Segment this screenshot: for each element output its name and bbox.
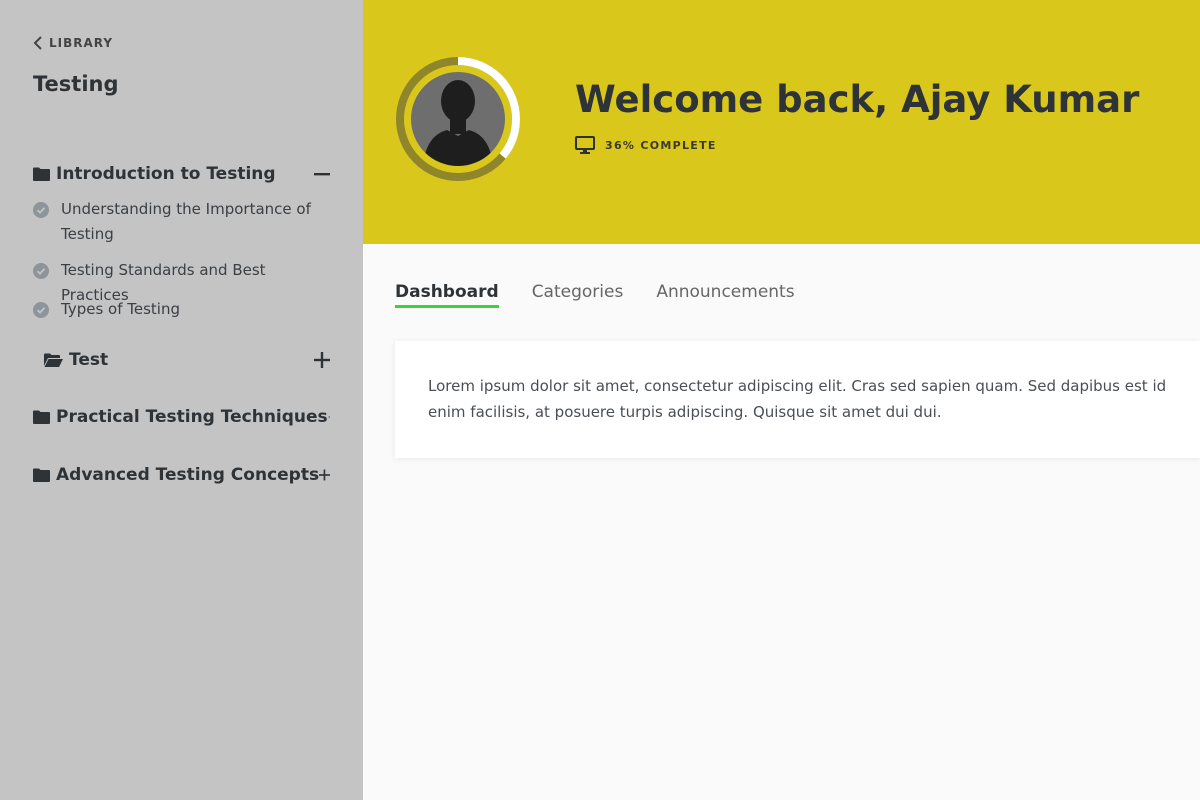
- lesson-types-of-testing[interactable]: Types of Testing: [33, 300, 330, 322]
- dashboard-description: Lorem ipsum dolor sit amet, consectetur …: [428, 377, 1167, 421]
- tab-dashboard[interactable]: Dashboard: [395, 282, 499, 308]
- folder-icon: [33, 167, 50, 181]
- plus-icon[interactable]: [319, 467, 330, 483]
- section-label: Advanced Testing Concepts: [56, 465, 320, 485]
- lesson-status-icon: [33, 263, 49, 279]
- section-practical-testing-techniques[interactable]: Practical Testing Techniques: [33, 407, 330, 427]
- lesson-label: Types of Testing: [61, 300, 180, 318]
- section-label: Practical Testing Techniques: [56, 407, 328, 427]
- lesson-understanding-importance[interactable]: Understanding the Importance of Testing: [33, 200, 330, 247]
- welcome-banner: Welcome back, Ajay Kumar 36% COMPLETE: [363, 0, 1200, 244]
- chevron-left-icon: [33, 36, 42, 50]
- progress-ring: [396, 57, 520, 181]
- lesson-status-icon: [33, 302, 49, 318]
- section-advanced-testing-concepts[interactable]: Advanced Testing Concepts: [33, 465, 330, 485]
- welcome-heading: Welcome back, Ajay Kumar: [575, 78, 1140, 121]
- avatar: [395, 56, 521, 182]
- tab-announcements[interactable]: Announcements: [656, 282, 794, 308]
- back-to-library-link[interactable]: LIBRARY: [33, 36, 113, 50]
- back-link-label: LIBRARY: [49, 36, 114, 50]
- section-introduction-to-testing[interactable]: Introduction to Testing: [33, 164, 330, 184]
- lesson-label: Understanding the Importance of Testing: [61, 200, 311, 243]
- section-label: Test: [69, 350, 109, 370]
- folder-open-icon: [44, 353, 63, 367]
- sidebar: LIBRARY Testing Introduction to Testing …: [0, 0, 363, 800]
- dashboard-card: Lorem ipsum dolor sit amet, consectetur …: [395, 341, 1200, 458]
- progress-text: 36% COMPLETE: [605, 138, 717, 152]
- monitor-icon: [575, 136, 595, 154]
- section-test[interactable]: Test: [44, 350, 330, 370]
- plus-icon[interactable]: [314, 352, 330, 368]
- plus-icon[interactable]: [327, 409, 330, 425]
- progress-status: 36% COMPLETE: [575, 136, 717, 154]
- section-label: Introduction to Testing: [56, 164, 276, 184]
- dashboard-tabs: Dashboard Categories Announcements: [395, 282, 795, 308]
- tab-categories[interactable]: Categories: [532, 282, 624, 308]
- course-title: Testing: [33, 72, 119, 96]
- folder-icon: [33, 468, 50, 482]
- folder-icon: [33, 410, 50, 424]
- lesson-status-icon: [33, 202, 49, 218]
- minus-icon[interactable]: [314, 166, 330, 182]
